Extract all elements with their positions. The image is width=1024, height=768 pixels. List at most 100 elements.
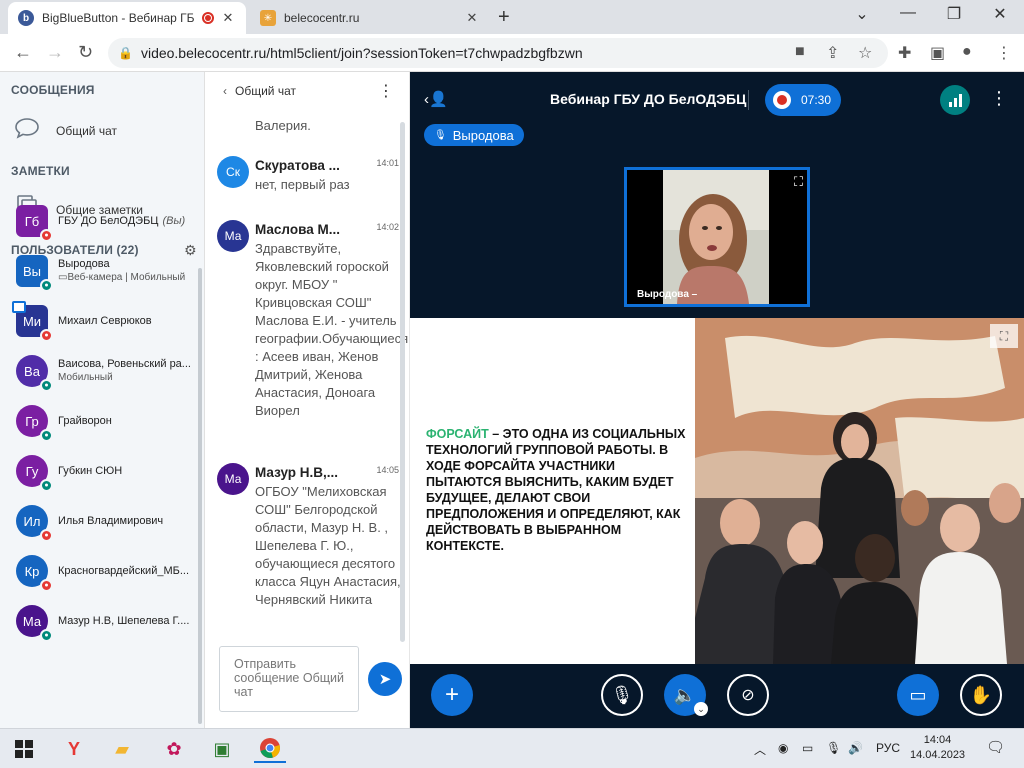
network-icon[interactable]: ▭ [802,741,813,755]
webcam-tray-icon[interactable]: ◉ [778,741,788,755]
avatar: Гр ● [16,405,53,442]
restore-icon[interactable]: ❐ [934,4,974,24]
message-author: Маслова М... [255,222,340,237]
show-hidden-icons-icon[interactable]: ︿ [754,741,766,758]
side-panel-icon[interactable]: ▣ [930,43,945,63]
chevron-left-icon[interactable]: ‹ [223,84,227,98]
sidebar-scrollbar[interactable] [198,268,202,724]
presentation-slide: Форсайт – это одна из социальных техноло… [410,318,1024,664]
talking-indicator[interactable]: 🎙 Выродова [424,124,524,146]
public-chat-item[interactable]: Общий чат [14,116,117,146]
avatar: Кр ● [16,555,53,592]
mic-on-icon: ● [40,429,53,442]
avatar: Ск [217,156,249,188]
file-explorer-icon[interactable]: ▰ [106,735,138,763]
user-info: Выродова ▭Веб-камера | Мобильный [58,258,198,284]
user-info: Михаил Севрюков [58,315,198,328]
send-message-button[interactable]: ➤ [368,662,402,696]
user-name-text: Губкин СЮН [58,464,123,477]
user-name-text: Илья Владимирович [58,514,164,527]
presentation-toggle-button[interactable]: ▭ [897,674,939,716]
public-chat-label: Общий чат [56,124,117,138]
options-menu-icon[interactable]: ⋮ [990,88,1008,109]
chevron-down-icon[interactable]: ⌄ [842,4,882,24]
yandex-browser-icon[interactable]: Y [58,735,90,763]
chat-scrollbar[interactable] [400,122,405,642]
paint-app-icon[interactable]: ✿ [158,735,190,763]
audio-button[interactable]: 🔈 ⌄ [664,674,708,716]
recording-button[interactable]: 07:30 [765,84,841,116]
share-icon[interactable]: ⇪ [826,43,839,63]
webcam-frame [627,170,807,304]
user-list-item[interactable]: Гр ● Грайворон [16,398,201,444]
user-status: Мобильный [58,372,113,383]
user-list-item[interactable]: Ва ● Ваисова, Ровеньский ра... Мобильный [16,348,201,394]
chat-message: Ск Скуратова ... 14:01 нет, первый раз [217,156,403,200]
slide-body: – это одна из социальных технологий груп… [426,427,686,553]
user-list-item[interactable]: Гу ● Губкин СЮН [16,448,201,494]
mute-microphone-button[interactable]: 🎙 [601,674,643,716]
url-field[interactable]: 🔒 video.belecocentr.ru/html5client/join?… [108,38,888,68]
microphone-muted-icon: 🎙 [610,684,634,705]
messages-section-title: СООБЩЕНИЯ [11,83,95,97]
mic-on-icon: ● [40,279,53,292]
camera-blocked-icon[interactable]: ■ [795,43,805,61]
minimize-icon[interactable]: — [888,4,928,22]
webcam-video[interactable]: ⛶ Выродова – [624,167,810,307]
keyboard-language[interactable]: РУС [876,741,900,755]
chat-bubble-icon [14,116,44,146]
user-status: ▭Веб-камера | Мобильный [58,272,186,283]
user-list-item[interactable]: Ил ● Илья Владимирович [16,498,201,544]
fullscreen-icon[interactable]: ⛶ [990,324,1018,348]
chrome-icon[interactable] [254,735,286,763]
avatar: Ми ● [12,301,53,342]
volume-icon[interactable]: 🔊 [848,741,863,755]
bookmark-star-icon[interactable]: ☆ [858,43,872,63]
windows-start-icon[interactable] [8,735,40,763]
browser-menu-icon[interactable]: ⋮ [996,43,1012,63]
close-tab-icon[interactable]: ✕ [220,10,236,26]
share-webcam-button[interactable]: ⊘ [727,674,769,716]
address-bar: ← → ↻ 🔒 video.belecocentr.ru/html5client… [0,34,1024,72]
system-clock[interactable]: 14:04 14.04.2023 [910,733,965,763]
chevron-down-icon[interactable]: ⌄ [694,702,708,716]
user-info: Грайворон [58,415,198,428]
connection-status-button[interactable] [940,85,970,115]
reload-icon[interactable]: ↻ [78,42,93,63]
user-name-text: Михаил Севрюков [58,314,152,327]
forward-arrow-icon[interactable]: → [46,42,64,63]
remote-desktop-icon[interactable]: ▣ [206,735,238,763]
chat-message-input[interactable]: Отправить сообщение Общий чат [219,646,359,712]
user-list-item[interactable]: Гб ● ГБУ ДО БелОДЭБЦ (Вы) [16,198,201,244]
presentation-area: ‹👤 Вебинар ГБУ ДО БелОДЭБЦ 07:30 ⋮ 🎙 Выр… [410,72,1024,728]
avatar: Гб ● [16,205,53,242]
chat-options-icon[interactable]: ⋮ [378,81,394,101]
user-list-item[interactable]: Вы ● Выродова ▭Веб-камера | Мобильный [16,248,201,294]
user-name: Грайворон [58,415,198,428]
message-time: 14:05 [376,465,399,475]
avatar: Ил ● [16,505,53,542]
mic-on-icon: ● [40,479,53,492]
tab-bigbluebutton[interactable]: b BigBlueButton - Вебинар ГБ ✕ [8,2,246,34]
close-window-icon[interactable]: ✕ [980,4,1020,24]
profile-icon[interactable]: ● [962,43,972,61]
record-icon [773,91,791,109]
avatar: Ма [217,463,249,495]
back-arrow-icon[interactable]: ← [14,42,32,63]
close-tab-icon[interactable]: ✕ [464,10,480,26]
notifications-icon[interactable]: 🗨 [986,738,1005,756]
user-list-item[interactable]: Ма ● Мазур Н.В, Шепелева Г.... [16,598,201,644]
user-list-item[interactable]: Кр ● Красногвардейский_МБ... [16,548,201,594]
tab-belecocentr[interactable]: ✳ belecocentr.ru ✕ [250,2,490,34]
microphone-tray-icon[interactable]: 🎙 [826,741,841,755]
tab-title: belecocentr.ru [284,11,360,25]
user-name-text: Ваисова, Ровеньский ра... [58,358,191,370]
actions-button[interactable]: + [431,674,473,716]
fullscreen-icon[interactable]: ⛶ [794,174,803,190]
extensions-icon[interactable]: ✚ [898,43,911,63]
new-tab-icon[interactable]: + [498,6,510,29]
raise-hand-button[interactable]: ✋ [960,674,1002,716]
toggle-user-list-icon[interactable]: ‹👤 [424,90,448,108]
message-text: нет, первый раз [255,177,350,192]
user-list-item[interactable]: Ми ● Михаил Севрюков [12,298,201,344]
